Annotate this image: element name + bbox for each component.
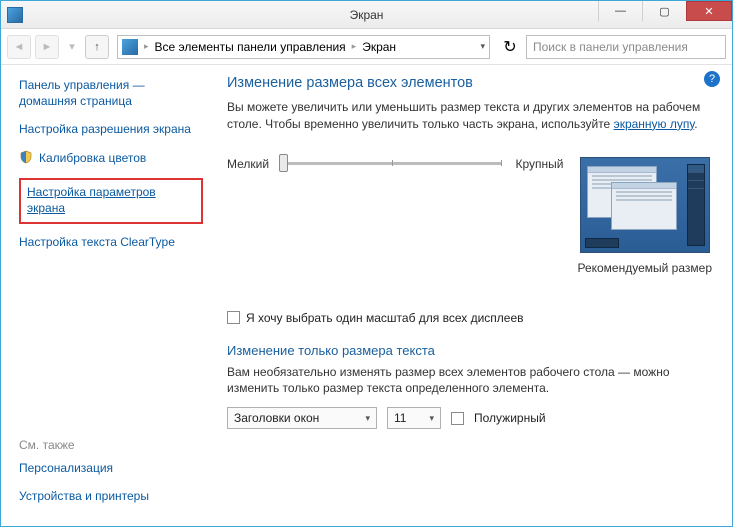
page-description: Вы можете увеличить или уменьшить размер… — [227, 99, 712, 133]
chevron-right-icon: ▸ — [144, 41, 149, 52]
font-size-dropdown[interactable]: 11 ▾ — [387, 407, 441, 429]
sidebar-item-display-settings[interactable]: Настройка параметров экрана — [27, 184, 195, 216]
up-button[interactable]: ↑ — [85, 35, 109, 59]
history-dropdown[interactable]: ▾ — [63, 35, 81, 59]
search-placeholder: Поиск в панели управления — [533, 40, 688, 54]
recommended-size-label: Рекомендуемый размер — [577, 261, 712, 275]
breadcrumb-dropdown-icon[interactable]: ▾ — [480, 41, 485, 52]
title-bar: Экран — ▢ ✕ — [1, 1, 732, 29]
element-dropdown[interactable]: Заголовки окон ▾ — [227, 407, 377, 429]
text-size-description: Вам необязательно изменять размер всех э… — [227, 364, 712, 398]
help-icon[interactable]: ? — [704, 71, 720, 87]
shield-icon — [19, 150, 33, 164]
seealso-personalization[interactable]: Персонализация — [19, 460, 203, 476]
one-scale-checkbox[interactable] — [227, 311, 240, 324]
breadcrumb-root[interactable]: Все элементы панели управления — [155, 40, 346, 54]
maximize-button[interactable]: ▢ — [642, 1, 686, 21]
page-title: Изменение размера всех элементов — [227, 75, 712, 91]
sidebar-item-resolution[interactable]: Настройка разрешения экрана — [19, 121, 203, 137]
minimize-button[interactable]: — — [598, 1, 642, 21]
see-also-header: См. также — [19, 438, 203, 452]
magnifier-link[interactable]: экранную лупу — [614, 117, 695, 131]
sidebar: Панель управления — домашняя страница На… — [1, 65, 211, 526]
chevron-down-icon: ▾ — [365, 413, 370, 424]
slider-thumb[interactable] — [279, 154, 288, 172]
chevron-right-icon: ▸ — [352, 41, 357, 52]
back-button[interactable]: ◄ — [7, 35, 31, 59]
chevron-down-icon: ▾ — [429, 413, 434, 424]
size-slider[interactable] — [283, 162, 501, 165]
bold-label: Полужирный — [474, 411, 546, 425]
refresh-button[interactable]: ↻ — [498, 35, 522, 59]
search-input[interactable]: Поиск в панели управления — [526, 35, 726, 59]
sidebar-item-cleartype[interactable]: Настройка текста ClearType — [19, 234, 203, 250]
seealso-devices-printers[interactable]: Устройства и принтеры — [19, 488, 203, 504]
close-button[interactable]: ✕ — [686, 1, 732, 21]
size-preview — [580, 157, 710, 253]
text-size-heading: Изменение только размера текста — [227, 343, 712, 358]
slider-min-label: Мелкий — [227, 157, 269, 171]
control-panel-icon — [122, 39, 138, 55]
bold-checkbox[interactable] — [451, 412, 464, 425]
slider-max-label: Крупный — [515, 157, 563, 171]
main-panel: ? Изменение размера всех элементов Вы мо… — [211, 65, 732, 526]
forward-button[interactable]: ► — [35, 35, 59, 59]
breadcrumb[interactable]: ▸ Все элементы панели управления ▸ Экран… — [117, 35, 490, 59]
sidebar-item-color-calibration[interactable]: Калибровка цветов — [39, 150, 146, 166]
window-title: Экран — [350, 8, 384, 22]
breadcrumb-leaf[interactable]: Экран — [362, 40, 396, 54]
one-scale-label: Я хочу выбрать один масштаб для всех дис… — [246, 311, 524, 325]
system-icon — [7, 7, 23, 23]
nav-bar: ◄ ► ▾ ↑ ▸ Все элементы панели управления… — [1, 29, 732, 65]
control-panel-home-link[interactable]: Панель управления — домашняя страница — [19, 77, 203, 109]
